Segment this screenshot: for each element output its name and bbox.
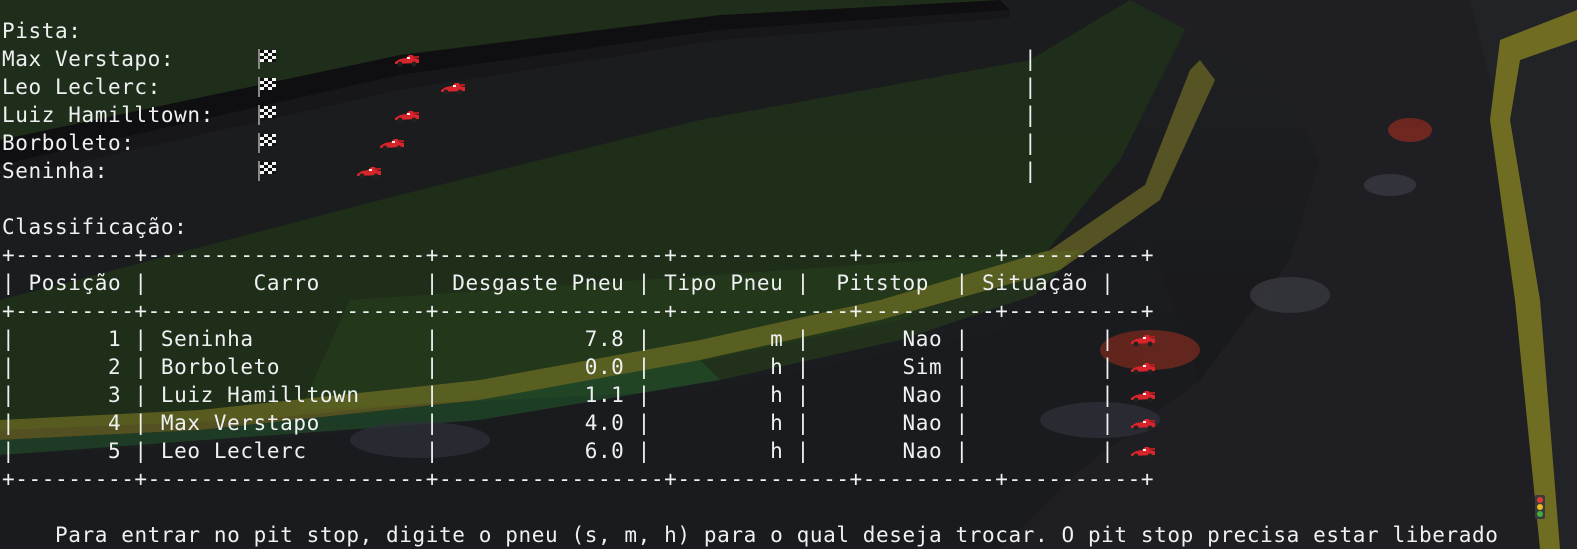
race-car-icon	[379, 136, 405, 151]
table-border-header: +---------+---------------------+-------…	[2, 299, 1155, 323]
table-header-row: | Posição | Carro | Desgaste Pneu | Tipo…	[2, 271, 1115, 295]
table-row: | 2 | Borboleto | 0.0 | h | Sim | |	[2, 355, 1115, 379]
finish-line-marker: |	[1024, 159, 1038, 183]
pitstop-prompt: Para entrar no pit stop, digite o pneu (…	[2, 493, 1498, 547]
table-border-top: +---------+---------------------+-------…	[2, 243, 1155, 267]
race-car-icon	[356, 164, 382, 179]
table-row: | 1 | Seninha | 7.8 | m | Nao | |	[2, 327, 1115, 351]
status-race-car-icon	[1130, 416, 1156, 431]
classification-heading: Classificação:	[2, 215, 188, 239]
race-car-icon	[394, 108, 420, 123]
finish-line-marker: |	[1024, 131, 1038, 155]
finish-line-marker: |	[1024, 103, 1038, 127]
table-row: | 5 | Leo Leclerc | 6.0 | h | Nao | |	[2, 439, 1115, 463]
finish-line-marker: |	[1024, 47, 1038, 71]
track-driver-label: Borboleto:	[2, 131, 135, 155]
checkered-flag-icon	[256, 133, 278, 153]
checkered-flag-icon	[256, 161, 278, 181]
table-border-bottom: +---------+---------------------+-------…	[2, 467, 1155, 491]
race-car-icon	[440, 80, 466, 95]
finish-line-marker: |	[1024, 75, 1038, 99]
table-row: | 4 | Max Verstapo | 4.0 | h | Nao | |	[2, 411, 1115, 435]
race-car-icon	[394, 52, 420, 67]
checkered-flag-icon	[256, 105, 278, 125]
table-row: | 3 | Luiz Hamilltown | 1.1 | h | Nao | …	[2, 383, 1115, 407]
traffic-light-icon	[1534, 495, 1546, 519]
track-driver-label: Luiz Hamilltown:	[2, 103, 214, 127]
track-heading: Pista:	[2, 19, 82, 43]
pitstop-prompt-text: Para entrar no pit stop, digite o pneu (…	[54, 523, 1499, 547]
checkered-flag-icon	[256, 49, 278, 69]
checkered-flag-icon	[256, 77, 278, 97]
status-race-car-icon	[1130, 444, 1156, 459]
track-driver-label: Max Verstapo:	[2, 47, 175, 71]
track-driver-label: Leo Leclerc:	[2, 75, 161, 99]
status-race-car-icon	[1130, 360, 1156, 375]
status-race-car-icon	[1130, 332, 1156, 347]
status-race-car-icon	[1130, 388, 1156, 403]
track-driver-label: Seninha:	[2, 159, 108, 183]
